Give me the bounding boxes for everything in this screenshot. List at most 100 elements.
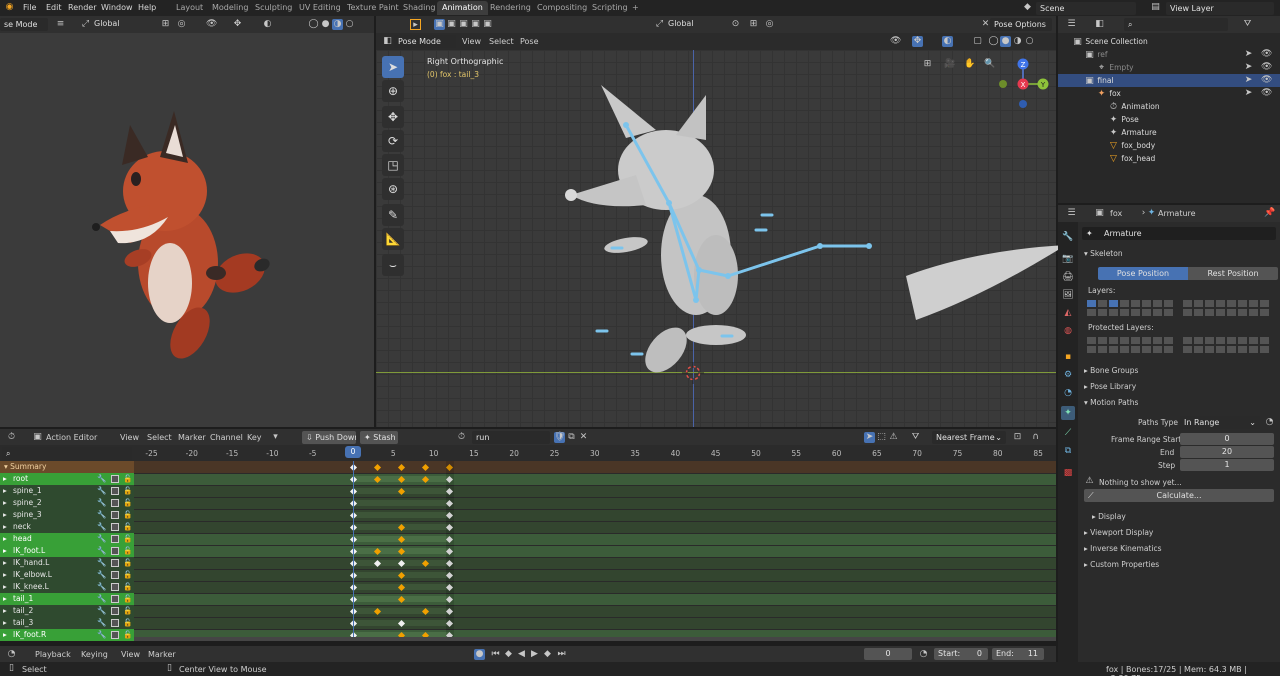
layer-toggle[interactable] (1130, 336, 1141, 345)
view-layer-field[interactable]: View Layer (1166, 2, 1274, 15)
channel-row[interactable]: ▸ spine_1 🔧 🔓 (0, 485, 134, 497)
lock-icon[interactable]: 🔓 (123, 569, 132, 581)
channel-row[interactable]: ▸ root 🔧 🔓 (0, 473, 134, 485)
menu-select[interactable]: Select (147, 433, 172, 442)
menu-help[interactable]: Help (135, 1, 159, 15)
editor-type-icon[interactable]: ☰ (1066, 208, 1077, 219)
expand-arrow-icon[interactable]: ▸ (3, 485, 7, 497)
eye-icon[interactable]: 👁 (1261, 49, 1272, 60)
mute-checkbox[interactable] (111, 583, 119, 591)
scale-tool-button[interactable]: ◳ (382, 154, 404, 176)
layer-toggle[interactable] (1119, 336, 1130, 345)
outliner-row[interactable]: ✦ fox ➤ 👁 (1058, 87, 1280, 100)
mute-checkbox[interactable] (111, 595, 119, 603)
layer-toggle[interactable] (1182, 299, 1193, 308)
lock-icon[interactable]: 🔓 (123, 533, 132, 545)
visibility-icon[interactable]: 👁 (206, 19, 217, 30)
wrench-icon[interactable]: 🔧 (97, 593, 106, 605)
rendered-icon[interactable]: ○ (1024, 36, 1035, 47)
physics-tab[interactable]: ◔ (1061, 386, 1075, 400)
filter-icon[interactable]: ⛛ (1242, 19, 1253, 30)
render-tab[interactable]: 📷 (1061, 252, 1075, 266)
layer-toggle[interactable] (1215, 299, 1226, 308)
tab-texture-paint[interactable]: Texture Paint (342, 1, 404, 15)
view-menu[interactable]: View (121, 650, 140, 659)
stash-button[interactable]: ✦ Stash (360, 431, 398, 444)
visibility-icon[interactable]: 👁 (890, 36, 901, 47)
mute-checkbox[interactable] (111, 535, 119, 543)
only-errors-icon[interactable]: ⚠ (888, 432, 899, 443)
summary-channel[interactable]: ▾ Summary (0, 461, 134, 473)
bone-tab[interactable]: ⟋ (1061, 426, 1075, 440)
layer-toggle[interactable] (1086, 336, 1097, 345)
eye-icon[interactable]: 👁 (1261, 88, 1272, 99)
layer-toggle[interactable] (1141, 299, 1152, 308)
scene-field[interactable]: Scene (1036, 2, 1136, 15)
layer-toggle[interactable] (1193, 336, 1204, 345)
tab-modeling[interactable]: Modeling (207, 1, 253, 15)
snap-icon[interactable]: ⊞ (160, 19, 171, 30)
scene-tab[interactable]: ◭ (1061, 306, 1075, 320)
selectable-icon[interactable]: ➤ (1243, 75, 1254, 86)
display-mode-icon[interactable]: ◧ (1094, 19, 1105, 30)
layer-toggle[interactable] (1248, 336, 1259, 345)
layer-toggle[interactable] (1086, 308, 1097, 317)
layer-toggle[interactable] (1204, 345, 1215, 354)
layer-toggle[interactable] (1237, 299, 1248, 308)
layer-toggle[interactable] (1248, 299, 1259, 308)
channel-row[interactable]: ▸ tail_1 🔧 🔓 (0, 593, 134, 605)
blender-logo-icon[interactable]: ◉ (4, 2, 15, 13)
layer-toggle[interactable] (1141, 336, 1152, 345)
falloff-icon[interactable]: ∩ (1030, 432, 1041, 443)
layer-toggle[interactable] (1152, 345, 1163, 354)
layer-toggle[interactable] (1163, 308, 1174, 317)
armature-data-field[interactable]: ✦ Armature (1082, 227, 1276, 240)
layer-toggle[interactable] (1086, 345, 1097, 354)
selectable-icon[interactable]: ➤ (1243, 62, 1254, 73)
camera-icon[interactable]: 🎥 (944, 59, 955, 70)
layer-toggle[interactable] (1152, 308, 1163, 317)
select-new-icon[interactable]: ▣ (434, 19, 445, 30)
lock-icon[interactable]: 🔓 (123, 473, 132, 485)
measure-tool-button[interactable]: 📐 (382, 228, 404, 250)
layer-toggle[interactable] (1119, 308, 1130, 317)
channel-row[interactable]: ▸ IK_foot.R 🔧 🔓 (0, 629, 134, 641)
expand-arrow-icon[interactable]: ▸ (3, 617, 7, 629)
editor-type-icon[interactable]: ⏱ (6, 432, 17, 443)
lock-icon[interactable]: 🔓 (123, 521, 132, 533)
layer-toggle[interactable] (1108, 299, 1119, 308)
gizmo-icon[interactable]: ✥ (912, 36, 923, 47)
key-type-icon[interactable]: ▾ (270, 432, 281, 443)
layer-toggle[interactable] (1204, 308, 1215, 317)
expand-arrow-icon[interactable]: ▸ (3, 497, 7, 509)
wrench-icon[interactable]: 🔧 (97, 617, 106, 629)
expand-arrow-icon[interactable]: ▸ (3, 473, 7, 485)
lock-icon[interactable]: 🔓 (123, 485, 132, 497)
layer-toggle[interactable] (1141, 345, 1152, 354)
wireframe-icon[interactable]: ◯ (988, 36, 999, 47)
expand-arrow-icon[interactable]: ▸ (3, 581, 7, 593)
tab-animation[interactable]: Animation (437, 1, 488, 15)
overlay-icon[interactable]: ◐ (262, 19, 273, 30)
start-frame-field[interactable]: Start: 0 (934, 648, 988, 660)
transform-tool-button[interactable]: ⊛ (382, 178, 404, 200)
paths-type-dropdown[interactable]: In Range ⌄ (1180, 416, 1260, 429)
step-field[interactable]: 1 (1180, 459, 1274, 471)
layer-toggle[interactable] (1248, 345, 1259, 354)
record-icon[interactable]: ● (474, 649, 485, 660)
expand-arrow-icon[interactable]: ▸ (3, 509, 7, 521)
proportional-icon[interactable]: ◎ (176, 19, 187, 30)
view-layer-icon[interactable]: ▤ (1150, 2, 1161, 13)
menu-window[interactable]: Window (98, 1, 136, 15)
layer-toggle[interactable] (1193, 345, 1204, 354)
main-viewport[interactable]: Right Orthographic (0) fox : tail_3 ➤ ⊕ … (376, 50, 1066, 427)
hamburger-icon[interactable]: ≡ (55, 19, 66, 30)
mute-checkbox[interactable] (111, 559, 119, 567)
layer-toggle[interactable] (1193, 299, 1204, 308)
cursor-tool-button[interactable]: ⊕ (382, 80, 404, 102)
play-reverse-icon[interactable]: ◀ (516, 649, 527, 660)
channel-row[interactable]: ▸ IK_foot.L 🔧 🔓 (0, 545, 134, 557)
expand-arrow-icon[interactable]: ▸ (3, 593, 7, 605)
wrench-icon[interactable]: 🔧 (97, 521, 106, 533)
solid-icon[interactable]: ● (320, 19, 331, 30)
